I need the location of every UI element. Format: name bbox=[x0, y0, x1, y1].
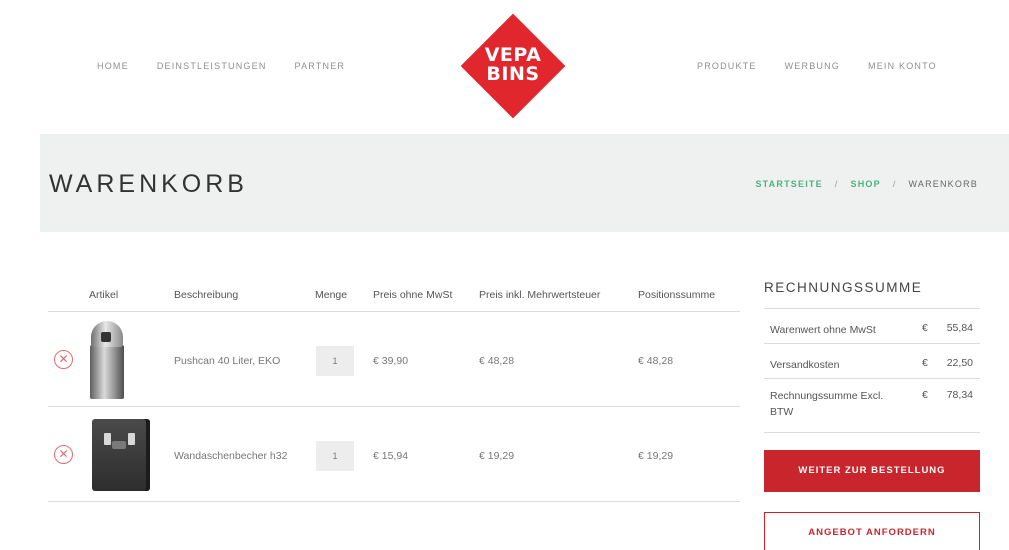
page-title-banner: WARENKORB STARTSEITE / SHOP / WARENKORB bbox=[40, 134, 1009, 232]
item-price-net: € 15,94 bbox=[373, 450, 409, 462]
breadcrumb: STARTSEITE / SHOP / WARENKORB bbox=[755, 179, 978, 189]
header-quantity: Menge bbox=[315, 289, 348, 301]
header-price-net: Preis ohne MwSt bbox=[373, 289, 453, 301]
nav-advertising[interactable]: WERBUNG bbox=[785, 61, 840, 71]
summary-title: RECHNUNGSSUMME bbox=[764, 270, 980, 309]
header-description: Beschreibung bbox=[174, 289, 239, 301]
item-price-net: € 39,90 bbox=[373, 355, 409, 367]
header-article: Artikel bbox=[89, 289, 119, 301]
nav-home[interactable]: HOME bbox=[97, 61, 129, 71]
logo-text: VEPA BINS bbox=[484, 44, 542, 85]
item-description[interactable]: Wandaschenbecher h32 bbox=[174, 450, 287, 462]
main-nav-left: HOME DEINSTLEISTUNGEN PARTNER bbox=[97, 61, 345, 71]
pushcan-bin-image[interactable] bbox=[89, 321, 125, 399]
breadcrumb-separator: / bbox=[834, 179, 839, 189]
request-quote-button[interactable]: ANGEBOT ANFORDERN bbox=[764, 512, 980, 550]
quantity-input[interactable] bbox=[316, 346, 354, 376]
main-nav-right: PRODUKTE WERBUNG MEIN KONTO bbox=[697, 61, 937, 71]
nav-partner[interactable]: PARTNER bbox=[295, 61, 346, 71]
quantity-input[interactable] bbox=[316, 441, 354, 471]
breadcrumb-shop[interactable]: SHOP bbox=[851, 179, 881, 189]
table-row: ✕ Pushcan 40 Liter, EKO € 39,90 € 48,28 … bbox=[48, 312, 740, 407]
page-title: WARENKORB bbox=[49, 170, 248, 198]
summary-row-total: Rechnungssumme Excl. BTW € 78,34 bbox=[764, 379, 980, 433]
nav-products[interactable]: PRODUKTE bbox=[697, 61, 757, 71]
invoice-summary: RECHNUNGSSUMME Warenwert ohne MwSt € 55,… bbox=[764, 270, 980, 550]
site-header: HOME DEINSTLEISTUNGEN PARTNER VEPA BINS … bbox=[0, 0, 1009, 134]
item-line-total: € 19,29 bbox=[638, 450, 674, 462]
breadcrumb-separator: / bbox=[892, 179, 897, 189]
header-price-gross: Preis inkl. Mehrwertsteuer bbox=[479, 289, 601, 301]
vepa-bins-logo[interactable]: VEPA BINS bbox=[460, 13, 566, 119]
item-price-gross: € 19,29 bbox=[479, 450, 515, 462]
nav-services[interactable]: DEINSTLEISTUNGEN bbox=[157, 61, 267, 71]
wall-ashtray-image[interactable] bbox=[92, 419, 152, 491]
breadcrumb-home[interactable]: STARTSEITE bbox=[755, 179, 822, 189]
summary-row-net-value: Warenwert ohne MwSt € 55,84 bbox=[764, 309, 980, 344]
table-row: ✕ Wandaschenbecher h32 € 15,94 € 19,29 €… bbox=[48, 407, 740, 502]
remove-item-icon[interactable]: ✕ bbox=[54, 350, 73, 369]
continue-to-order-button[interactable]: WEITER ZUR BESTELLUNG bbox=[764, 450, 980, 492]
nav-my-account[interactable]: MEIN KONTO bbox=[868, 61, 937, 71]
summary-row-shipping: Versandkosten € 22,50 bbox=[764, 344, 980, 379]
item-price-gross: € 48,28 bbox=[479, 355, 515, 367]
item-line-total: € 48,28 bbox=[638, 355, 674, 367]
remove-item-icon[interactable]: ✕ bbox=[54, 445, 73, 464]
breadcrumb-current: WARENKORB bbox=[908, 179, 978, 189]
cart-table: Artikel Beschreibung Menge Preis ohne Mw… bbox=[48, 275, 740, 502]
item-description[interactable]: Pushcan 40 Liter, EKO bbox=[174, 355, 280, 367]
cart-table-header: Artikel Beschreibung Menge Preis ohne Mw… bbox=[48, 275, 740, 312]
header-line-total: Positionssumme bbox=[638, 289, 716, 301]
